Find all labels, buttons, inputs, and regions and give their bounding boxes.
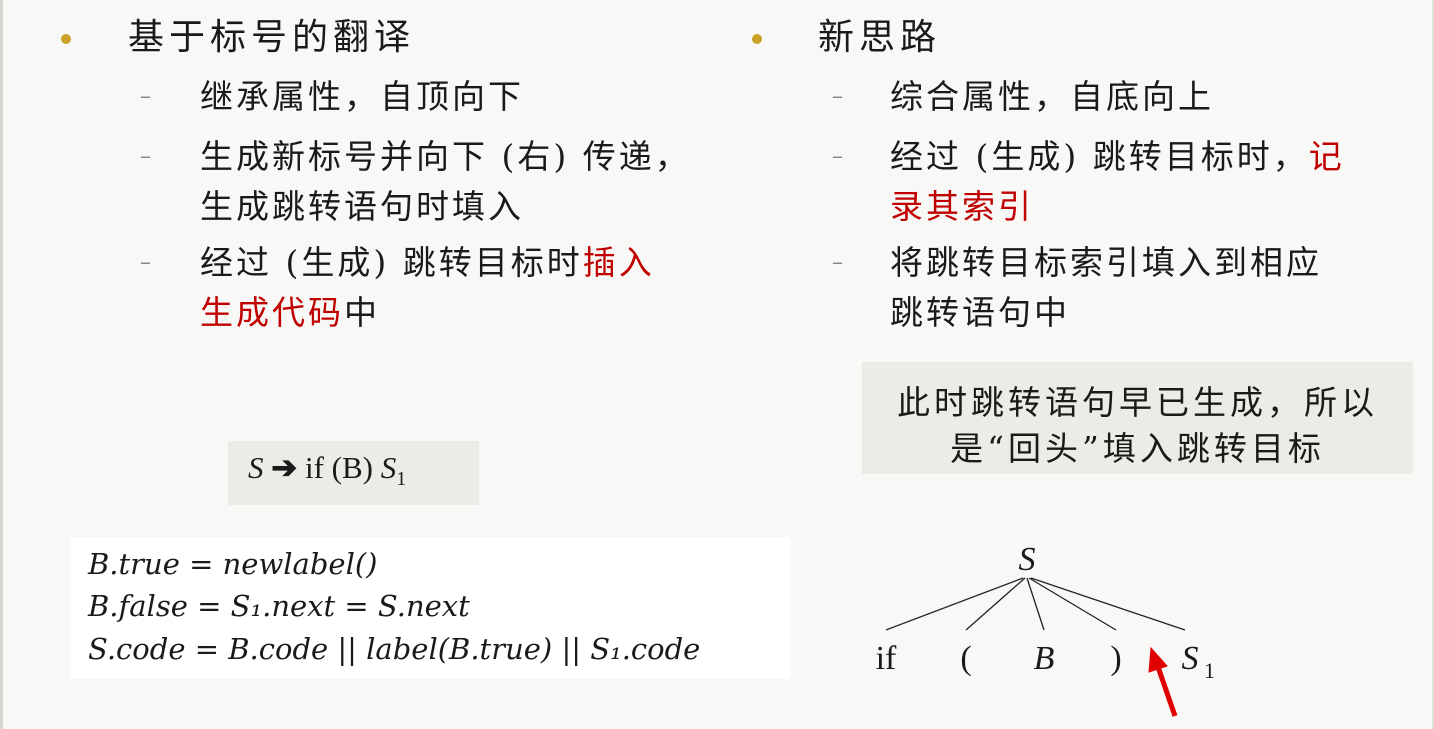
tree-leaf-b: B xyxy=(1034,640,1055,677)
insert-position-arrow xyxy=(1148,646,1178,717)
tree-root: S xyxy=(1019,541,1036,578)
tree-leaf-lparen: ( xyxy=(960,640,971,677)
tree-leaf-s1-sub: 1 xyxy=(1204,658,1215,683)
tree-leaf-rparen: ) xyxy=(1110,640,1121,677)
tree-leaf-if: if xyxy=(876,640,897,677)
tree-leaf-s1: S xyxy=(1182,640,1199,677)
edge-root-s1 xyxy=(1030,577,1186,631)
edge-root-if xyxy=(885,577,1024,631)
parse-tree: S if ( B ) S 1 xyxy=(876,541,1215,717)
tree-edges xyxy=(885,577,1186,631)
edge-root-lparen xyxy=(965,577,1026,631)
